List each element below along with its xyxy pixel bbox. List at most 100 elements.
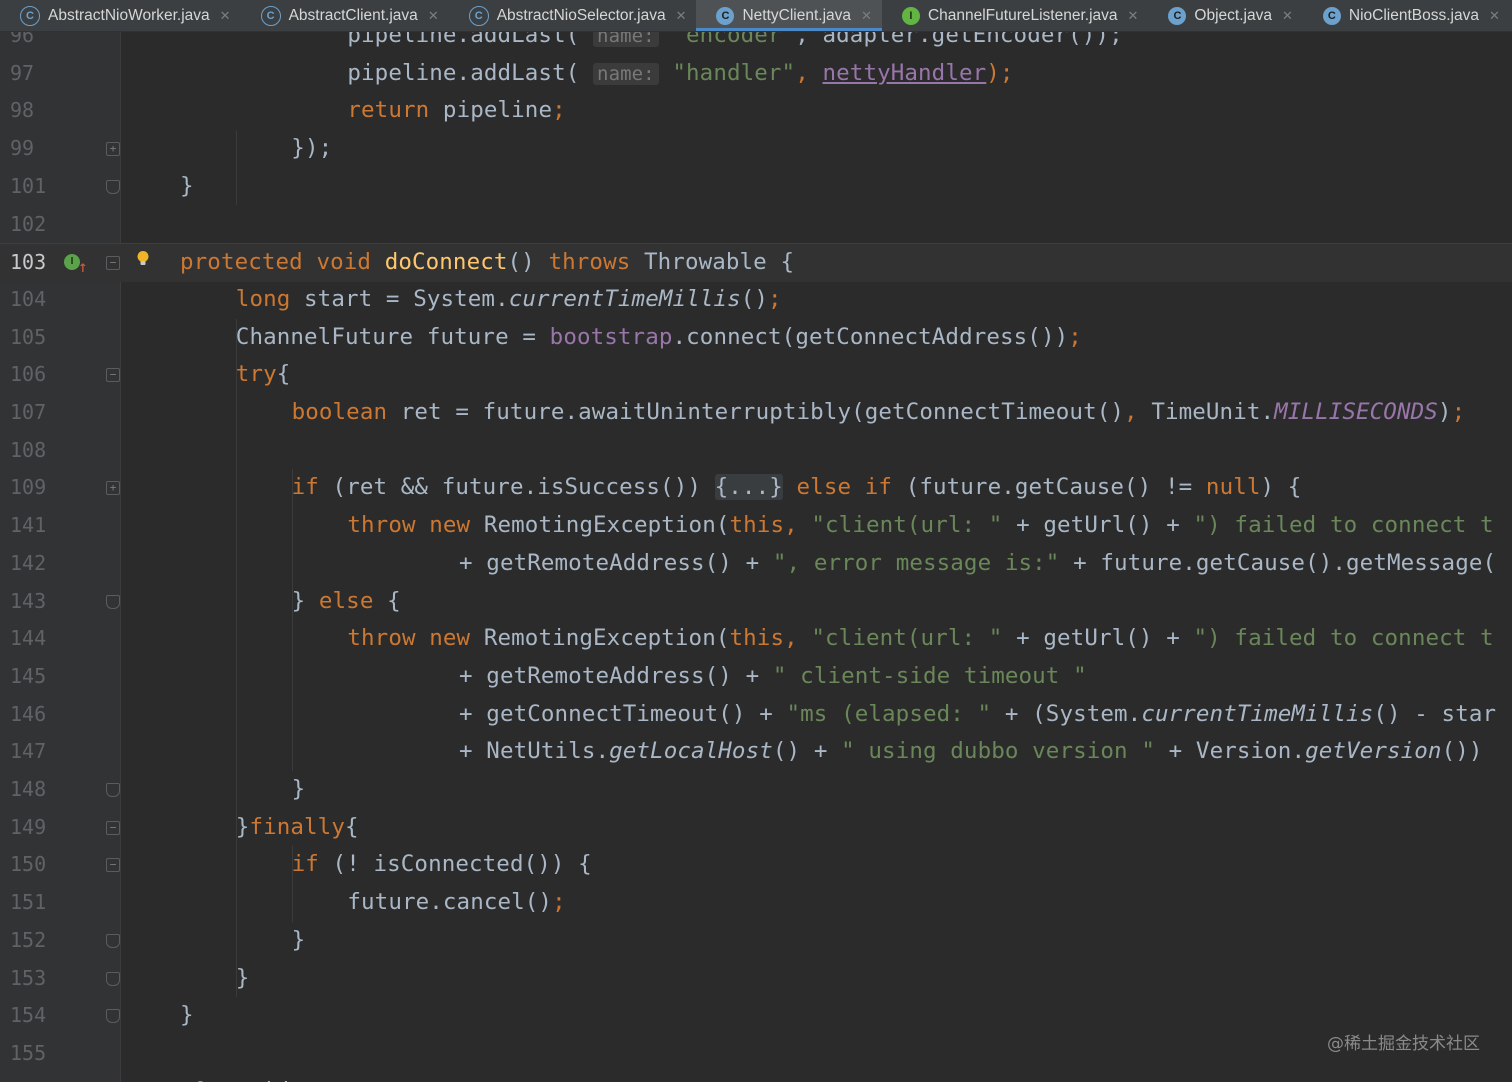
code-editor[interactable]: 96 pipeline.addLast( name: "encoder", ada… <box>0 32 1512 1082</box>
line-number[interactable]: 109 <box>10 469 60 507</box>
editor-tab[interactable]: C AbstractNioWorker.java ✕ <box>0 0 241 31</box>
line-number[interactable]: 107 <box>10 394 60 432</box>
line-number[interactable]: 106 <box>10 356 60 394</box>
line-number[interactable]: 105 <box>10 319 60 357</box>
editor-tab[interactable]: C Object.java ✕ <box>1148 0 1302 31</box>
code-text[interactable]: throw new RemotingException(this, "clien… <box>347 507 1493 545</box>
line-number[interactable]: 155 <box>10 1035 60 1073</box>
line-number[interactable]: 141 <box>10 507 60 545</box>
code-line[interactable]: 148} <box>0 771 1512 809</box>
code-text[interactable]: ChannelFuture future = bootstrap.connect… <box>236 319 1082 357</box>
collapse-fold-icon[interactable] <box>106 971 120 986</box>
code-text[interactable]: } else { <box>292 583 401 621</box>
editor-tab[interactable]: C AbstractNioSelector.java ✕ <box>449 0 697 31</box>
code-text[interactable]: } <box>180 997 194 1035</box>
line-number[interactable]: 108 <box>10 432 60 470</box>
code-line[interactable]: 103− I ↑ protected void doConnect() throws … <box>0 243 1512 282</box>
code-text[interactable]: @Override <box>180 1073 303 1082</box>
code-line[interactable]: 106 − try{ <box>0 356 1512 394</box>
close-tab-icon[interactable]: ✕ <box>1282 8 1293 24</box>
collapse-fold-icon[interactable]: − <box>106 256 120 271</box>
close-tab-icon[interactable]: ✕ <box>220 8 231 24</box>
code-line[interactable]: 102 <box>0 206 1512 244</box>
line-number[interactable]: 97 <box>10 55 60 93</box>
line-number[interactable]: 147 <box>10 733 60 771</box>
code-line[interactable]: 109 + if (ret && future.isSuccess()) {...}… <box>0 469 1512 507</box>
code-line[interactable]: 155 <box>0 1035 1512 1073</box>
code-line[interactable]: 105 ChannelFuture future = bootstrap.conn… <box>0 319 1512 357</box>
close-tab-icon[interactable]: ✕ <box>676 8 687 24</box>
code-line[interactable]: 152} <box>0 922 1512 960</box>
line-number[interactable]: 98 <box>10 92 60 130</box>
code-text[interactable]: if (! isConnected()) { <box>292 846 592 884</box>
code-text[interactable]: boolean ret = future.awaitUninterruptibl… <box>292 394 1466 432</box>
code-line[interactable]: 145 + getRemoteAddress() + " client-side … <box>0 658 1512 696</box>
collapse-fold-icon[interactable] <box>106 1009 120 1024</box>
code-text[interactable]: pipeline.addLast( name: "handler", netty… <box>347 55 1013 94</box>
editor-tab[interactable]: C NioClientBoss.java ✕ <box>1303 0 1510 31</box>
line-number[interactable]: 101 <box>10 168 60 206</box>
code-line[interactable]: 99 +}); <box>0 130 1512 168</box>
expand-fold-icon[interactable]: + <box>106 481 120 496</box>
code-line[interactable]: 96 pipeline.addLast( name: "encoder", ada… <box>0 32 1512 55</box>
line-number[interactable]: 96 <box>10 32 60 55</box>
code-line[interactable]: 144 throw new RemotingException(this, "cl… <box>0 620 1512 658</box>
line-number[interactable]: 143 <box>10 583 60 621</box>
code-line[interactable]: 147 + NetUtils.getLocalHost() + " using d… <box>0 733 1512 771</box>
folded-code-placeholder[interactable]: {...} <box>714 474 783 501</box>
code-text[interactable]: }finally{ <box>236 809 359 847</box>
line-number[interactable]: 149 <box>10 809 60 847</box>
code-line[interactable]: 108 <box>0 432 1512 470</box>
code-text[interactable]: }); <box>291 130 332 168</box>
collapse-fold-icon[interactable] <box>106 783 120 797</box>
code-text[interactable]: + getConnectTimeout() + "ms (elapsed: " … <box>459 696 1496 734</box>
editor-tab[interactable]: I ChannelFutureListener.java ✕ <box>882 0 1148 31</box>
close-tab-icon[interactable]: ✕ <box>428 8 439 24</box>
line-number[interactable]: 99 <box>10 130 60 168</box>
line-number[interactable]: 151 <box>10 884 60 922</box>
line-number[interactable]: 142 <box>10 545 60 583</box>
code-text[interactable]: } <box>180 168 194 206</box>
intention-bulb-icon[interactable] <box>136 250 150 268</box>
code-line[interactable]: 149−}finally{ <box>0 809 1512 847</box>
code-text[interactable]: future.cancel(); <box>347 884 565 922</box>
collapse-fold-icon[interactable] <box>106 594 120 609</box>
code-line[interactable]: 97 pipeline.addLast( name: "handler", net… <box>0 55 1512 93</box>
code-line[interactable]: 146 + getConnectTimeout() + "ms (elapsed:… <box>0 696 1512 734</box>
line-number[interactable]: 153 <box>10 960 60 998</box>
code-text[interactable]: + getRemoteAddress() + ", error message … <box>459 545 1496 583</box>
line-number[interactable]: 156 <box>10 1073 60 1082</box>
code-text[interactable]: throw new RemotingException(this, "clien… <box>347 620 1493 658</box>
code-line[interactable]: 101} <box>0 168 1512 206</box>
line-number[interactable]: 104 <box>10 281 60 319</box>
code-text[interactable]: if (ret && future.isSuccess()) {...} els… <box>292 469 1302 507</box>
line-number[interactable]: 102 <box>10 206 60 244</box>
code-text[interactable]: try{ <box>236 356 291 394</box>
line-number[interactable]: 146 <box>10 696 60 734</box>
expand-fold-icon[interactable]: + <box>106 142 120 157</box>
code-text[interactable]: + getRemoteAddress() + " client-side tim… <box>459 658 1087 696</box>
code-line[interactable]: 141 throw new RemotingException(this, "cl… <box>0 507 1512 545</box>
code-line[interactable]: 151 future.cancel(); <box>0 884 1512 922</box>
code-line[interactable]: 104 long start = System.currentTimeMillis… <box>0 281 1512 319</box>
line-number[interactable]: 148 <box>10 771 60 809</box>
code-text[interactable]: } <box>292 771 306 809</box>
collapse-fold-icon[interactable]: − <box>106 858 120 873</box>
line-number[interactable]: 145 <box>10 658 60 696</box>
code-text[interactable]: } <box>236 960 250 998</box>
code-text[interactable]: + NetUtils.getLocalHost() + " using dubb… <box>459 733 1483 771</box>
code-text[interactable]: protected void doConnect() throws Throwa… <box>180 244 794 282</box>
line-number[interactable]: 103 <box>10 244 60 282</box>
editor-tab[interactable]: C NettyClient.java ✕ <box>696 0 883 31</box>
code-text[interactable]: } <box>292 922 306 960</box>
line-number[interactable]: 144 <box>10 620 60 658</box>
code-line[interactable]: 143 } else { <box>0 583 1512 621</box>
close-tab-icon[interactable]: ✕ <box>1128 8 1139 24</box>
collapse-fold-icon[interactable] <box>106 933 120 948</box>
code-text[interactable]: return pipeline; <box>347 92 565 130</box>
line-number[interactable]: 150 <box>10 846 60 884</box>
code-line[interactable]: 107 boolean ret = future.awaitUninterrupt… <box>0 394 1512 432</box>
code-line[interactable]: 98 return pipeline; <box>0 92 1512 130</box>
code-line[interactable]: 156 @Override <box>0 1073 1512 1082</box>
editor-tab[interactable]: C AbstractClient.java ✕ <box>241 0 449 31</box>
